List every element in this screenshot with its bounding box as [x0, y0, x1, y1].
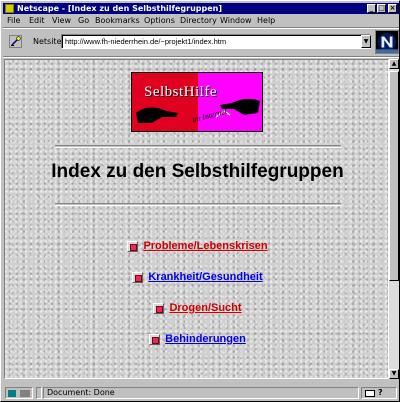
menu-file[interactable]: File [7, 15, 20, 26]
link-drogen-sucht[interactable]: Drogen/Sucht [169, 302, 241, 314]
location-toolbar: Netsite: http://www.fh-niederrhein.de/~p… [3, 29, 399, 55]
menu-bar: File Edit View Go Bookmarks Options Dire… [3, 15, 399, 26]
scroll-down-icon[interactable]: ▼ [389, 369, 399, 379]
bullet-icon [149, 333, 161, 345]
page-content: SelbstHilfe im Internet Index zu den Sel… [4, 59, 389, 379]
progress-indicator [36, 387, 42, 399]
divider-top [55, 145, 341, 148]
list-item: Drogen/Sucht [5, 302, 388, 314]
link-probleme-lebenskrisen[interactable]: Probleme/Lebenskrisen [143, 240, 267, 252]
menu-view[interactable]: View [52, 15, 71, 26]
scroll-thumb[interactable] [389, 71, 399, 281]
connection-icon [20, 390, 30, 397]
bookmark-link-icon[interactable] [9, 35, 22, 48]
menu-edit[interactable]: Edit [29, 15, 45, 26]
link-behinderungen[interactable]: Behinderungen [165, 333, 246, 345]
key-icon [8, 390, 16, 397]
menu-bookmarks[interactable]: Bookmarks [95, 15, 140, 26]
location-label: Netsite: [33, 37, 65, 46]
page-title: Index zu den Selbsthilfegruppen [51, 161, 344, 182]
bullet-icon [153, 302, 165, 314]
minimize-button[interactable]: _ [367, 4, 376, 13]
help-icon: ? [378, 388, 383, 397]
list-item: Krankheit/Gesundheit [5, 271, 388, 283]
list-item: Probleme/Lebenskrisen [5, 240, 388, 252]
mail-indicator[interactable]: ? [361, 387, 397, 399]
toolbar-separator [3, 56, 399, 58]
selbsthilfe-banner[interactable]: SelbstHilfe im Internet [131, 72, 263, 132]
url-field[interactable]: http://www.fh-niederrhein.de/~projekt1/i… [61, 34, 371, 49]
maximize-button[interactable]: □ [377, 4, 386, 13]
divider-bottom [55, 203, 341, 206]
mail-icon [365, 390, 375, 397]
menu-window[interactable]: Window [220, 15, 252, 26]
menu-options[interactable]: Options [144, 15, 175, 26]
chevron-down-icon[interactable]: ▼ [361, 35, 371, 48]
menu-directory[interactable]: Directory [180, 15, 217, 26]
browser-window: Netscape - [Index zu den Selbsthilfegrup… [0, 0, 400, 402]
status-text: Document: Done [43, 387, 359, 399]
status-bar: Document: Done ? [3, 385, 399, 401]
bullet-icon [132, 271, 144, 283]
link-krankheit-gesundheit[interactable]: Krankheit/Gesundheit [148, 271, 262, 283]
window-title: Netscape - [Index zu den Selbsthilfegrup… [17, 4, 223, 13]
menu-help[interactable]: Help [257, 15, 275, 26]
netscape-logo-icon[interactable] [375, 30, 399, 54]
bullet-icon [127, 240, 139, 252]
close-button[interactable]: × [388, 4, 397, 13]
menu-go[interactable]: Go [78, 15, 89, 26]
netscape-app-icon[interactable] [5, 4, 14, 13]
security-indicator[interactable] [5, 387, 33, 399]
title-bar: Netscape - [Index zu den Selbsthilfegrup… [3, 3, 399, 14]
vertical-scrollbar[interactable]: ▲ ▼ [389, 59, 399, 379]
list-item: Behinderungen [5, 333, 388, 345]
banner-logo-text: SelbstHilfe [144, 84, 217, 100]
scroll-up-icon[interactable]: ▲ [389, 59, 399, 69]
